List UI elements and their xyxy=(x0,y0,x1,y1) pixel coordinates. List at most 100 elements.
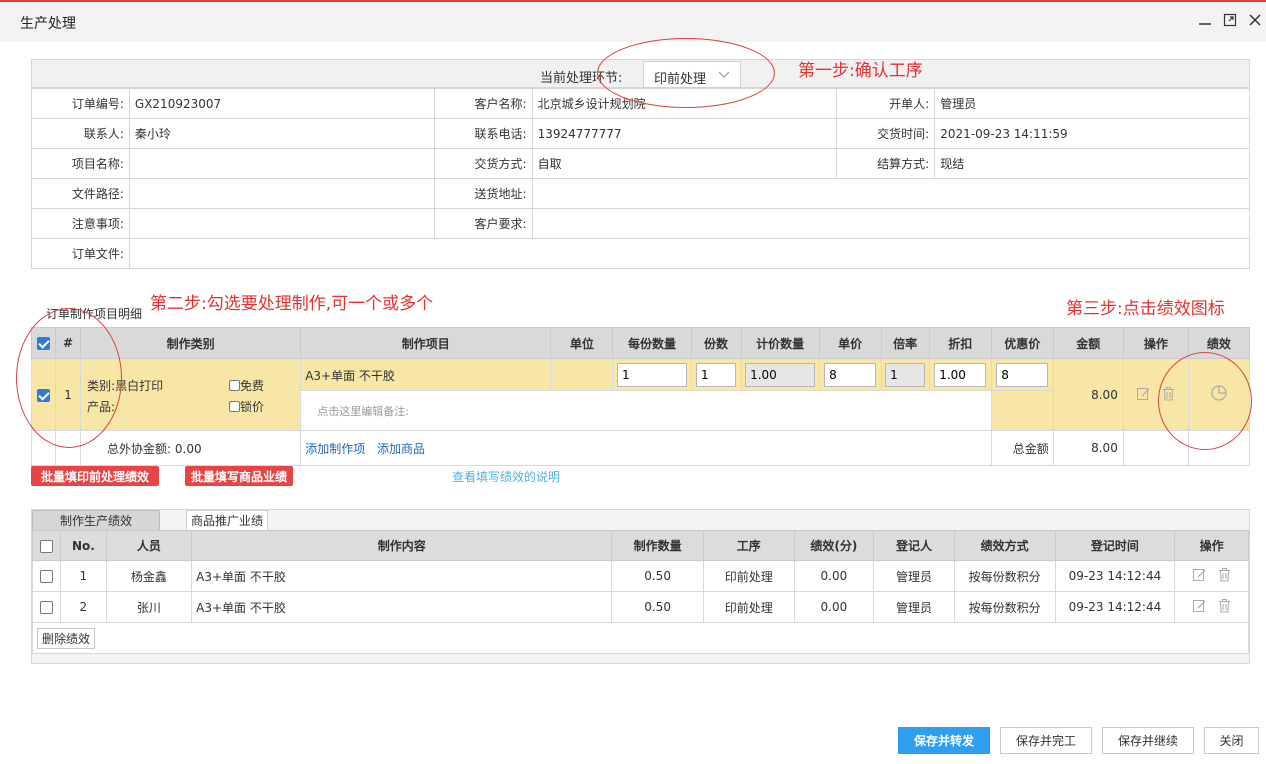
save-complete-button[interactable]: 保存并完工 xyxy=(1000,727,1092,754)
perf-help-link[interactable]: 查看填写绩效的说明 xyxy=(452,468,560,485)
delivery-address-value xyxy=(531,178,1251,209)
settlement-value: 现结 xyxy=(934,148,1250,179)
batch-sales-button[interactable]: 批量填写商品业绩 xyxy=(185,466,293,486)
order-row: 联系人: 秦小玲 联系电话: 13924777777 交货时间: 2021-09… xyxy=(31,118,1250,149)
order-number-label: 订单编号: xyxy=(31,88,130,119)
project-name-value xyxy=(128,148,435,179)
close-icon[interactable] xyxy=(1245,10,1265,30)
perf-method: 按每份数积分 xyxy=(953,560,1056,592)
order-row: 注意事项: 客户要求: xyxy=(31,208,1251,239)
window-titlebar xyxy=(0,2,1266,42)
delivery-time-value: 2021-09-23 14:11:59 xyxy=(934,118,1250,149)
annotation-step1: 第一步:确认工序 xyxy=(798,61,923,81)
tab-production-perf[interactable]: 制作生产绩效 xyxy=(32,510,160,531)
file-path-value xyxy=(128,178,435,209)
annotation-step3: 第三步:点击绩效图标 xyxy=(1066,299,1225,319)
customer-name-label: 客户名称: xyxy=(433,88,533,119)
annotation-circle-perf xyxy=(1158,352,1252,450)
perf-col-person: 人员 xyxy=(105,530,193,561)
notes-label: 注意事项: xyxy=(31,208,130,239)
perf-select-all-checkbox[interactable] xyxy=(40,539,54,553)
order-row: 项目名称: 交货方式: 自取 结算方式: 现结 xyxy=(31,148,1250,179)
maximize-icon[interactable] xyxy=(1220,10,1240,30)
perf-person: 张川 xyxy=(105,591,193,623)
order-row: 文件路径: 送货地址: xyxy=(31,178,1251,209)
close-button[interactable]: 关闭 xyxy=(1204,727,1259,754)
order-files-value xyxy=(128,238,1251,269)
discount-input[interactable] xyxy=(934,362,987,387)
batch-prepress-button[interactable]: 批量填印前处理绩效 xyxy=(31,466,159,486)
order-row: 订单文件: xyxy=(31,238,1251,269)
perf-row-checkbox[interactable] xyxy=(40,601,54,614)
perf-registrar: 管理员 xyxy=(873,560,955,592)
perf-method: 按每份数积分 xyxy=(953,591,1056,623)
trash-icon[interactable] xyxy=(1217,598,1232,616)
item-note-input[interactable]: 点击这里编辑备注: xyxy=(300,390,992,431)
contact-value: 秦小玲 xyxy=(128,118,435,149)
order-info-table: 订单编号: GX210923007 客户名称: 北京城乡设计规划院 开单人: 管… xyxy=(31,88,1251,269)
edit-icon[interactable] xyxy=(1192,567,1207,585)
customer-request-label: 客户要求: xyxy=(433,208,533,239)
edit-icon[interactable] xyxy=(1192,598,1207,616)
lock-price-checkbox[interactable] xyxy=(229,401,241,412)
tab-sales-perf[interactable]: 商品推广业绩 xyxy=(186,510,268,531)
items-footer-row: 总外协金额: 0.00 添加制作项 添加商品 总金额 8.00 xyxy=(30,430,1251,466)
perf-score: 0.00 xyxy=(793,591,875,623)
per-qty-input[interactable] xyxy=(616,362,687,387)
trash-icon[interactable] xyxy=(1217,567,1232,585)
perf-no: 1 xyxy=(60,560,107,592)
item-note-spacer xyxy=(991,390,1054,431)
free-label: 免费 xyxy=(240,379,265,393)
order-files-label: 订单文件: xyxy=(31,238,130,269)
total-value: 8.00 xyxy=(1052,430,1124,466)
perf-row-checkbox[interactable] xyxy=(40,570,54,583)
save-continue-button[interactable]: 保存并继续 xyxy=(1102,727,1194,754)
col-per-qty: 每份数量 xyxy=(612,327,692,359)
free-option[interactable]: 免费 xyxy=(229,377,264,394)
col-discount: 折扣 xyxy=(928,327,992,359)
col-amount: 金额 xyxy=(1052,327,1124,359)
annotation-circle-select xyxy=(16,308,122,448)
perf-header-row: No. 人员 制作内容 制作数量 工序 绩效(分) 登记人 绩效方式 登记时间 … xyxy=(31,530,1249,561)
perf-row-select xyxy=(31,560,62,592)
annotation-circle-stage xyxy=(597,38,775,108)
add-product-link[interactable]: 添加商品 xyxy=(377,442,425,456)
delete-perf-button[interactable]: 删除绩效 xyxy=(37,628,95,649)
col-action: 操作 xyxy=(1122,327,1189,359)
minimize-icon[interactable] xyxy=(1195,10,1215,30)
perf-col-score: 绩效(分) xyxy=(793,530,875,561)
pricing-qty-input xyxy=(745,362,816,387)
perf-col-action: 操作 xyxy=(1174,530,1249,561)
perf-time: 09-23 14:12:44 xyxy=(1054,591,1176,623)
phone-label: 联系电话: xyxy=(433,118,533,149)
edit-icon[interactable] xyxy=(1136,386,1151,404)
perf-content: A3+单面 不干胶 xyxy=(191,560,613,592)
perf-col-registrar: 登记人 xyxy=(873,530,955,561)
copies-input[interactable] xyxy=(696,362,737,387)
lock-price-label: 锁价 xyxy=(240,400,265,414)
save-forward-button[interactable]: 保存并转发 xyxy=(898,727,990,754)
delivery-time-label: 交货时间: xyxy=(836,118,936,149)
special-price-input[interactable] xyxy=(996,362,1049,387)
performance-table: No. 人员 制作内容 制作数量 工序 绩效(分) 登记人 绩效方式 登记时间 … xyxy=(31,530,1249,623)
lock-price-option[interactable]: 锁价 xyxy=(229,398,264,415)
delivery-method-value: 自取 xyxy=(531,148,838,179)
perf-col-content: 制作内容 xyxy=(191,530,613,561)
contact-label: 联系人: xyxy=(31,118,130,149)
perf-table-footer xyxy=(32,623,1249,654)
perf-col-time: 登记时间 xyxy=(1054,530,1176,561)
item-unit xyxy=(550,358,614,391)
col-special-price: 优惠价 xyxy=(990,327,1054,359)
creator-value: 管理员 xyxy=(934,88,1250,119)
col-unit-price: 单价 xyxy=(818,327,882,359)
perf-time: 09-23 14:12:44 xyxy=(1054,560,1176,592)
unit-price-input[interactable] xyxy=(824,362,877,387)
outsource-total: 总外协金额: 0.00 xyxy=(80,430,302,466)
item-row: 1 类别:黑白打印 产品: 免费 锁价 A3+单面 不干胶 8.00 xyxy=(30,358,1251,431)
perf-qty: 0.50 xyxy=(611,560,704,592)
item-amount: 8.00 xyxy=(1052,358,1124,431)
items-table: # 制作类别 制作项目 单位 每份数量 份数 计价数量 单价 倍率 折扣 优惠价… xyxy=(30,327,1251,466)
free-checkbox[interactable] xyxy=(229,380,241,391)
add-item-link[interactable]: 添加制作项 xyxy=(305,442,365,456)
project-name-label: 项目名称: xyxy=(31,148,130,179)
